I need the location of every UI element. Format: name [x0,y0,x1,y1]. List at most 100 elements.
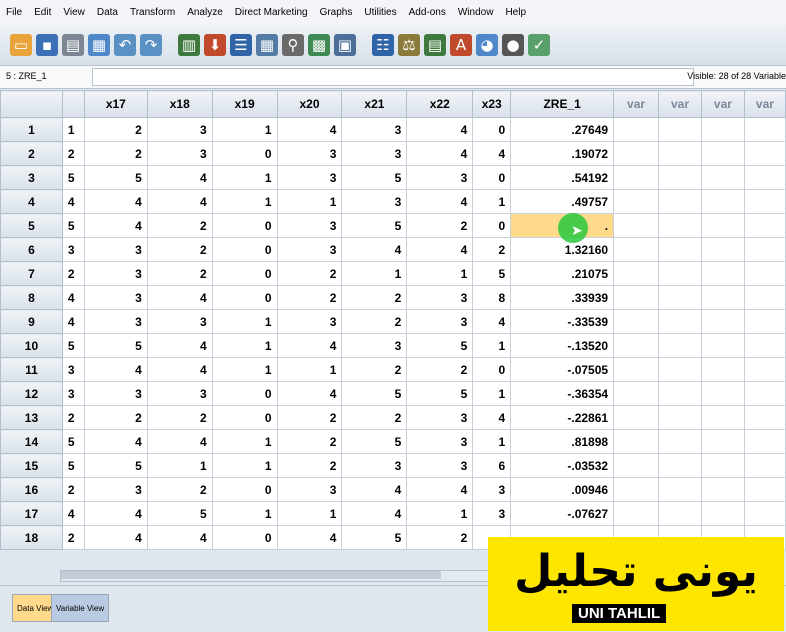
data-cell-x19[interactable]: 1 [146,453,213,478]
data-cell-x18[interactable]: 4 [83,213,148,238]
empty-cell[interactable] [613,141,660,166]
data-cell-x22[interactable]: 4 [341,477,408,502]
data-cell-x23[interactable]: 2 [406,525,474,550]
data-cell-x22[interactable]: 4 [341,501,408,526]
data-cell-x18[interactable]: 4 [83,501,148,526]
data-cell-x17[interactable]: 3 [61,357,85,382]
data-cell-x21[interactable]: 3 [276,309,343,334]
data-cell-x19[interactable]: 4 [146,333,213,358]
corner-header[interactable] [0,90,63,118]
data-cell-x23[interactable]: 4 [406,141,474,166]
data-cell-x18[interactable]: 2 [83,141,148,166]
data-cell-x20[interactable]: 0 [211,381,278,406]
empty-cell[interactable] [658,261,702,286]
data-cell-x22[interactable]: 2 [341,285,408,310]
data-cell-x22[interactable]: 5 [341,429,408,454]
variables-icon[interactable]: ☰ [230,33,252,56]
data-cell-x20[interactable]: 0 [211,525,278,550]
data-cell-x17[interactable]: 5 [61,165,85,190]
run-descriptives-icon[interactable]: ▦ [256,33,278,56]
data-cell-x23[interactable]: 1 [406,261,474,286]
data-cell-x19[interactable]: 2 [146,237,213,262]
data-cell-x24[interactable]: 0 [472,117,512,142]
data-cell-x20[interactable]: 1 [211,333,278,358]
data-cell-x17[interactable]: 4 [61,501,85,526]
data-cell-x18[interactable]: 4 [83,429,148,454]
empty-cell[interactable] [613,309,660,334]
empty-cell[interactable] [743,285,786,310]
data-cell-x17[interactable]: 2 [61,525,85,550]
empty-cell[interactable] [743,309,786,334]
empty-cell[interactable] [743,165,786,190]
data-cell-x20[interactable]: 1 [211,453,278,478]
data-cell-zre-1[interactable]: -.07627 [510,501,615,526]
column-header-x19[interactable]: x19 [211,90,278,118]
data-cell-x19[interactable]: 3 [146,381,213,406]
scrollbar-thumb[interactable] [61,571,441,579]
data-cell-x19[interactable]: 2 [146,213,213,238]
data-cell-x18[interactable]: 3 [83,381,148,406]
data-cell-x18[interactable]: 3 [83,261,148,286]
data-cell-x24[interactable]: 1 [472,429,512,454]
data-cell-x24[interactable]: 3 [472,501,512,526]
empty-cell[interactable] [700,309,745,334]
open-folder-icon[interactable]: ▭ [10,33,32,56]
data-cell-x21[interactable]: 4 [276,381,343,406]
data-cell-zre-1[interactable]: -.13520 [510,333,615,358]
menu-graphs[interactable]: Graphs [314,7,359,18]
row-number[interactable]: 17 [0,501,63,526]
insert-cases-icon[interactable]: ▩ [308,33,330,56]
dialog-recall-icon[interactable]: ▦ [88,33,110,56]
value-labels-icon[interactable]: A [450,33,472,56]
data-cell-x24[interactable]: 0 [472,357,512,382]
data-cell-zre-1[interactable]: -.03532 [510,453,615,478]
data-cell-x19[interactable]: 4 [146,285,213,310]
empty-cell[interactable] [743,477,786,502]
row-number[interactable]: 13 [0,405,63,430]
empty-cell[interactable] [743,429,786,454]
empty-cell[interactable] [700,429,745,454]
tab-variable-view[interactable]: Variable View [51,594,110,622]
data-cell-x21[interactable]: 2 [276,453,343,478]
data-cell-zre-1[interactable]: .19072 [510,141,615,166]
data-cell-zre-1[interactable]: .54192 [510,165,615,190]
data-cell-x18[interactable]: 3 [83,285,148,310]
column-header-x21[interactable]: x21 [341,90,408,118]
empty-cell[interactable] [700,189,745,214]
data-cell-x22[interactable]: 5 [341,381,408,406]
data-cell-x21[interactable]: 3 [276,141,343,166]
empty-cell[interactable] [700,381,745,406]
data-cell-x23[interactable]: 3 [406,453,474,478]
data-cell-zre-1[interactable]: .21075 [510,261,615,286]
data-cell-x22[interactable]: 2 [341,405,408,430]
empty-cell[interactable] [743,261,786,286]
data-cell-x18[interactable]: 4 [83,525,148,550]
use-sets-icon[interactable]: ◕ [476,33,498,56]
empty-cell[interactable] [700,333,745,358]
data-cell-x23[interactable]: 3 [406,309,474,334]
data-cell-x17[interactable]: 4 [61,309,85,334]
split-file-icon[interactable]: ☷ [372,33,394,56]
data-cell-x18[interactable]: 4 [83,357,148,382]
data-cell-x21[interactable]: 1 [276,501,343,526]
row-number[interactable]: 18 [0,525,63,550]
data-cell-x23[interactable]: 4 [406,117,474,142]
menu-view[interactable]: View [57,7,91,18]
data-cell-x19[interactable]: 5 [146,501,213,526]
data-cell-x19[interactable]: 2 [146,477,213,502]
data-cell-x20[interactable]: 0 [211,141,278,166]
data-cell-x17[interactable]: 2 [61,141,85,166]
empty-cell[interactable] [700,117,745,142]
column-header-var[interactable]: var [613,90,660,118]
data-cell-x23[interactable]: 3 [406,429,474,454]
row-number[interactable]: 2 [0,141,63,166]
data-cell-x24[interactable]: 2 [472,237,512,262]
data-cell-x24[interactable]: 4 [472,141,512,166]
data-cell-x19[interactable]: 4 [146,429,213,454]
data-cell-zre-1[interactable]: -.36354 [510,381,615,406]
weight-cases-icon[interactable]: ⚖ [398,33,420,56]
data-cell-x19[interactable]: 4 [146,525,213,550]
data-cell-x22[interactable]: 3 [341,453,408,478]
data-cell-x24[interactable]: 5 [472,261,512,286]
goto-case-icon[interactable]: ▥ [178,33,200,56]
